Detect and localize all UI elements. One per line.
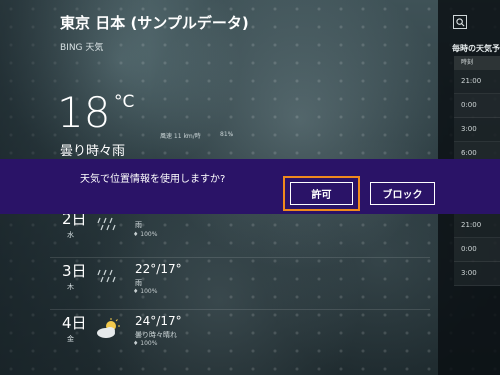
wind-speed: 風速 11 km/時 <box>160 133 201 140</box>
hourly-row: 21:00 <box>454 214 500 238</box>
app-subtitle: BING 天気 <box>60 43 104 53</box>
current-temperature: 18 <box>57 88 111 137</box>
forecast-row[interactable]: 4日 金 24°/17° 曇り時々晴れ ♦ 100% <box>50 309 430 362</box>
hourly-row: 0:00 <box>454 94 500 118</box>
forecast-rain-chance: ♦ 100% <box>133 340 158 347</box>
current-condition: 曇り時々雨 <box>60 144 126 159</box>
forecast-weekday: 木 <box>67 283 74 291</box>
temperature-unit[interactable]: °C <box>114 92 134 112</box>
forecast-day: 4日 <box>62 314 87 332</box>
forecast-weekday: 水 <box>67 231 74 239</box>
block-button[interactable]: ブロック <box>370 182 435 205</box>
location-title: 東京 日本 (サンプルデータ) <box>60 14 249 32</box>
rain-icon <box>97 269 116 283</box>
partly-sunny-icon <box>97 318 120 338</box>
hourly-row: 3:00 <box>454 262 500 286</box>
forecast-temperature: 22°/17° <box>135 262 182 276</box>
humidity: 81% <box>220 131 234 138</box>
hourly-title: 毎時の天気予 <box>452 44 500 53</box>
forecast-description: 雨 <box>135 279 142 287</box>
hourly-column-header: 時刻 <box>454 56 500 70</box>
hourly-row: 0:00 <box>454 238 500 262</box>
dialog-message: 天気で位置情報を使用しますか? <box>80 174 226 185</box>
forecast-day: 3日 <box>62 262 87 280</box>
search-button[interactable] <box>453 15 467 29</box>
hourly-row: 3:00 <box>454 118 500 142</box>
forecast-temperature: 24°/17° <box>135 314 182 328</box>
forecast-description: 曇り時々晴れ <box>135 331 177 339</box>
rain-icon <box>97 217 116 231</box>
hourly-row: 21:00 <box>454 70 500 94</box>
forecast-rain-chance: ♦ 100% <box>133 288 158 295</box>
forecast-rain-chance: ♦ 100% <box>133 231 158 238</box>
forecast-weekday: 金 <box>67 335 74 343</box>
forecast-description: 雨 <box>135 221 142 229</box>
forecast-row[interactable]: 3日 木 22°/17° 雨 ♦ 100% <box>50 257 430 310</box>
allow-button[interactable]: 許可 <box>290 182 353 205</box>
search-icon <box>455 17 464 26</box>
